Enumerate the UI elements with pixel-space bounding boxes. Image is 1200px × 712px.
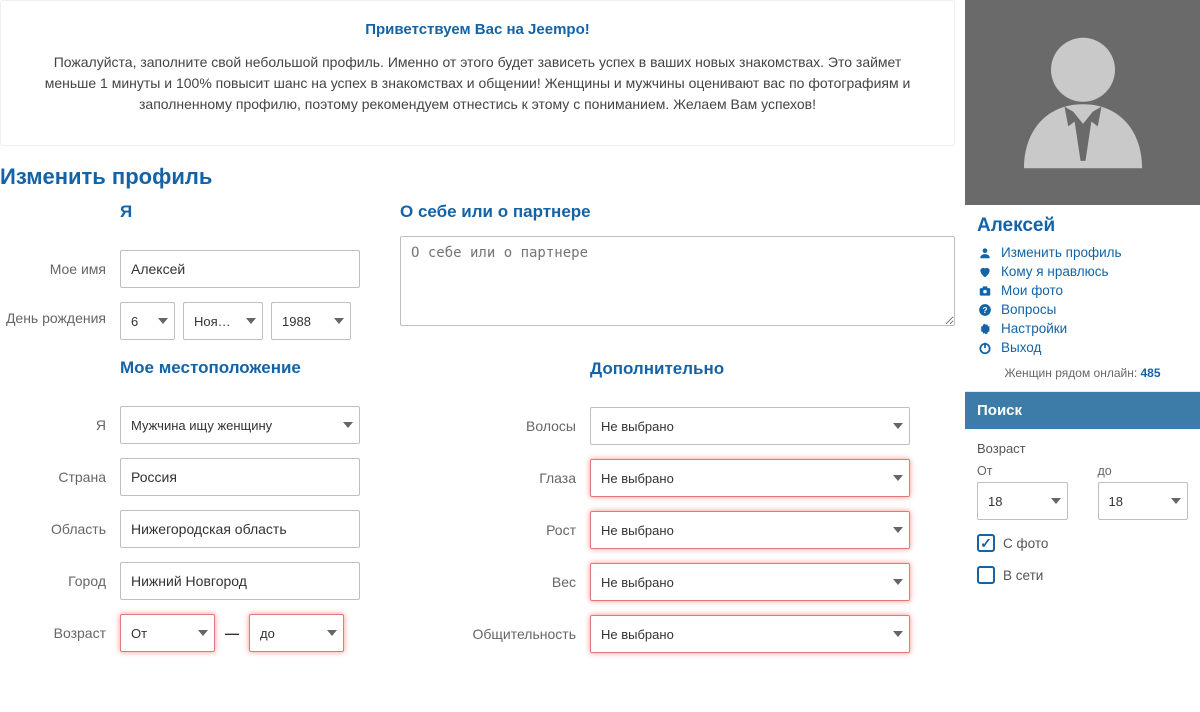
region-input[interactable] xyxy=(120,510,360,548)
hair-label: Волосы xyxy=(400,418,590,434)
heading-i: Я xyxy=(120,202,370,222)
page-title: Изменить профиль xyxy=(0,164,955,190)
hair-select[interactable]: Не выбрано xyxy=(590,407,910,445)
power-icon xyxy=(977,341,993,355)
chevron-down-icon xyxy=(343,422,353,428)
height-label: Рост xyxy=(400,522,590,538)
chevron-down-icon xyxy=(1051,498,1061,504)
checkbox-icon xyxy=(977,566,995,584)
birthday-label: День рождения xyxy=(0,302,120,326)
checkbox-icon xyxy=(977,534,995,552)
person-icon xyxy=(1008,23,1158,183)
gear-icon xyxy=(977,322,993,336)
camera-icon xyxy=(977,284,993,298)
welcome-title: Приветствуем Вас на Jeempo! xyxy=(31,21,924,38)
chevron-down-icon xyxy=(893,527,903,533)
sidebar-link-settings[interactable]: Настройки xyxy=(977,319,1188,338)
search-header: Поиск xyxy=(965,392,1200,429)
age-label: Возраст xyxy=(0,625,120,641)
age-to-select[interactable]: до xyxy=(249,614,344,652)
heading-location: Мое местоположение xyxy=(120,358,370,378)
chevron-down-icon xyxy=(158,318,168,324)
checkbox-with-photo[interactable]: С фото xyxy=(977,534,1188,552)
weight-select[interactable]: Не выбрано xyxy=(590,563,910,601)
birth-year-select[interactable]: 1988 xyxy=(271,302,351,340)
search-age-to-label: до xyxy=(1098,464,1189,478)
user-icon xyxy=(977,246,993,260)
social-select[interactable]: Не выбрано xyxy=(590,615,910,653)
height-select[interactable]: Не выбрано xyxy=(590,511,910,549)
social-label: Общительность xyxy=(400,626,590,642)
checkbox-online[interactable]: В сети xyxy=(977,566,1188,584)
chevron-down-icon xyxy=(893,423,903,429)
search-age-to-select[interactable]: 18 xyxy=(1098,482,1189,520)
birth-month-select[interactable]: Ноя… xyxy=(183,302,263,340)
search-age-from-select[interactable]: 18 xyxy=(977,482,1068,520)
seeking-select[interactable]: Мужчина ищу женщину xyxy=(120,406,360,444)
chevron-down-icon xyxy=(893,475,903,481)
city-label: Город xyxy=(0,573,120,589)
online-counter: Женщин рядом онлайн: 485 xyxy=(977,363,1188,383)
weight-label: Вес xyxy=(400,574,590,590)
sidebar-link-photos[interactable]: Мои фото xyxy=(977,281,1188,300)
chevron-down-icon xyxy=(1171,498,1181,504)
city-input[interactable] xyxy=(120,562,360,600)
heading-additional: Дополнительно xyxy=(590,359,955,379)
search-age-from-label: От xyxy=(977,464,1068,478)
svg-text:?: ? xyxy=(983,305,988,314)
search-age-label: Возраст xyxy=(977,441,1188,456)
sidebar-link-questions[interactable]: ? Вопросы xyxy=(977,300,1188,319)
eyes-label: Глаза xyxy=(400,470,590,486)
birth-day-select[interactable]: 6 xyxy=(120,302,175,340)
name-label: Мое имя xyxy=(0,261,120,277)
sidebar-username: Алексей xyxy=(977,215,1188,237)
sidebar-link-edit[interactable]: Изменить профиль xyxy=(977,243,1188,262)
sidebar-link-logout[interactable]: Выход xyxy=(977,338,1188,357)
heart-icon xyxy=(977,265,993,279)
heading-about: О себе или о партнере xyxy=(400,202,955,222)
question-icon: ? xyxy=(977,303,993,317)
about-textarea[interactable] xyxy=(400,236,955,326)
chevron-down-icon xyxy=(327,630,337,636)
welcome-box: Приветствуем Вас на Jeempo! Пожалуйста, … xyxy=(0,0,955,146)
dash: — xyxy=(225,625,239,641)
region-label: Область xyxy=(0,521,120,537)
name-input[interactable] xyxy=(120,250,360,288)
avatar xyxy=(965,0,1200,205)
country-label: Страна xyxy=(0,469,120,485)
seeking-label: Я xyxy=(0,417,120,433)
chevron-down-icon xyxy=(198,630,208,636)
country-input[interactable] xyxy=(120,458,360,496)
chevron-down-icon xyxy=(334,318,344,324)
chevron-down-icon xyxy=(893,579,903,585)
sidebar-link-likes[interactable]: Кому я нравлюсь xyxy=(977,262,1188,281)
welcome-text: Пожалуйста, заполните свой небольшой про… xyxy=(31,52,924,115)
chevron-down-icon xyxy=(246,318,256,324)
age-from-select[interactable]: От xyxy=(120,614,215,652)
chevron-down-icon xyxy=(893,631,903,637)
eyes-select[interactable]: Не выбрано xyxy=(590,459,910,497)
